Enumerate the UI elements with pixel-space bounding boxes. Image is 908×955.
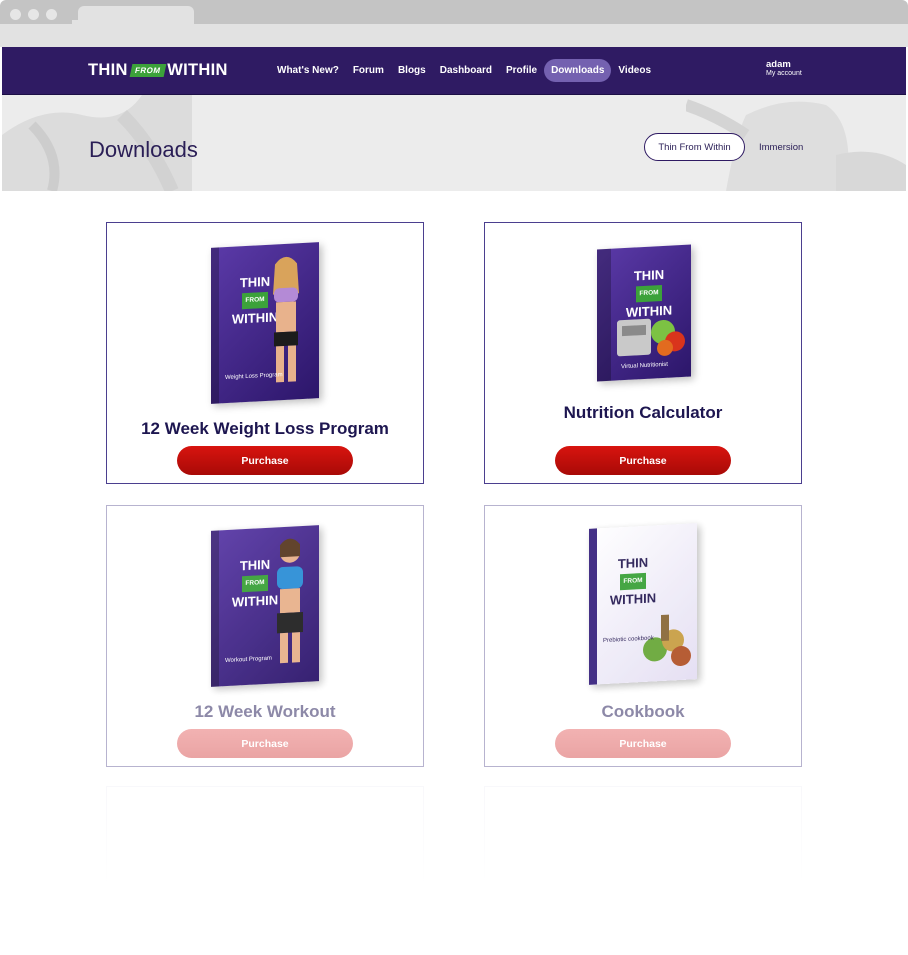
my-account-link[interactable]: My account <box>766 70 802 77</box>
cover-subtitle: Virtual Nutritionist <box>621 361 668 371</box>
main-menu: What's New? Forum Blogs Dashboard Profil… <box>270 59 658 82</box>
nav-item-videos[interactable]: Videos <box>611 59 658 82</box>
cover-brand-top: THIN <box>617 554 649 572</box>
product-title: 12 Week Workout <box>194 702 336 721</box>
window-maximize-icon[interactable] <box>46 9 57 20</box>
user-name: adam <box>766 59 791 70</box>
page-title: Downloads <box>89 137 198 162</box>
product-card-nutrition-calculator: THIN FROM WITHIN Virtual Nutritionist Nu… <box>484 222 802 484</box>
cover-brand-mid: FROM <box>620 572 646 591</box>
nav-item-blogs[interactable]: Blogs <box>391 59 433 82</box>
cover-brand-mid: FROM <box>636 285 662 303</box>
nav-item-forum[interactable]: Forum <box>346 59 391 82</box>
site-logo[interactable]: THIN FROM WITHIN <box>88 61 228 80</box>
logo-text-mid: FROM <box>129 64 166 77</box>
product-card-weight-loss: THIN FROM WITHIN Weight Loss Program 12 … <box>106 222 424 484</box>
cookbook-cover-image: THIN FROM WITHIN Prebiotic cookbook <box>589 523 699 686</box>
nav-item-whats-new[interactable]: What's New? <box>270 59 346 82</box>
immersion-link[interactable]: Immersion <box>759 142 803 153</box>
logo-text-right: WITHIN <box>167 61 228 79</box>
nav-item-profile[interactable]: Profile <box>499 59 544 82</box>
window-minimize-icon[interactable] <box>28 9 39 20</box>
top-nav: THIN FROM WITHIN What's New? Forum Blogs… <box>2 47 906 95</box>
scale-and-fruit-icon <box>617 318 685 357</box>
nutrition-calculator-box-image: THIN FROM WITHIN Virtual Nutritionist <box>597 244 697 383</box>
bottom-fade-overlay <box>0 780 908 955</box>
nav-item-downloads[interactable]: Downloads <box>544 59 612 82</box>
browser-chrome <box>0 0 908 47</box>
cover-brand-top: THIN <box>633 266 665 284</box>
weight-loss-cover-image: THIN FROM WITHIN Weight Loss Program <box>211 242 321 405</box>
purchase-button[interactable]: Purchase <box>177 729 353 758</box>
thin-from-within-button[interactable]: Thin From Within <box>644 133 745 161</box>
product-card-cookbook: THIN FROM WITHIN Prebiotic cookbook Cook… <box>484 505 802 767</box>
purchase-button[interactable]: Purchase <box>555 729 731 758</box>
cover-brand-bottom: WITHIN <box>609 590 657 608</box>
product-title: Nutrition Calculator <box>563 403 723 422</box>
workout-cover-image: THIN FROM WITHIN Workout Program <box>211 525 321 688</box>
woman-figure-icon <box>277 538 303 664</box>
purchase-button[interactable]: Purchase <box>177 446 353 475</box>
nav-item-dashboard[interactable]: Dashboard <box>433 59 499 82</box>
product-card-workout: THIN FROM WITHIN Workout Program 12 Week… <box>106 505 424 767</box>
product-title: Cookbook <box>601 702 685 721</box>
logo-text-left: THIN <box>88 61 128 79</box>
user-menu[interactable]: adam My account <box>766 59 802 77</box>
page-header: Downloads Thin From Within Immersion <box>2 95 906 191</box>
woman-figure-icon <box>273 256 299 383</box>
purchase-button[interactable]: Purchase <box>555 446 731 475</box>
window-close-icon[interactable] <box>10 9 21 20</box>
product-title: 12 Week Weight Loss Program <box>141 419 389 438</box>
address-bar[interactable] <box>0 24 908 47</box>
browser-tab[interactable] <box>72 6 194 26</box>
cover-brand-mid: FROM <box>242 574 268 593</box>
